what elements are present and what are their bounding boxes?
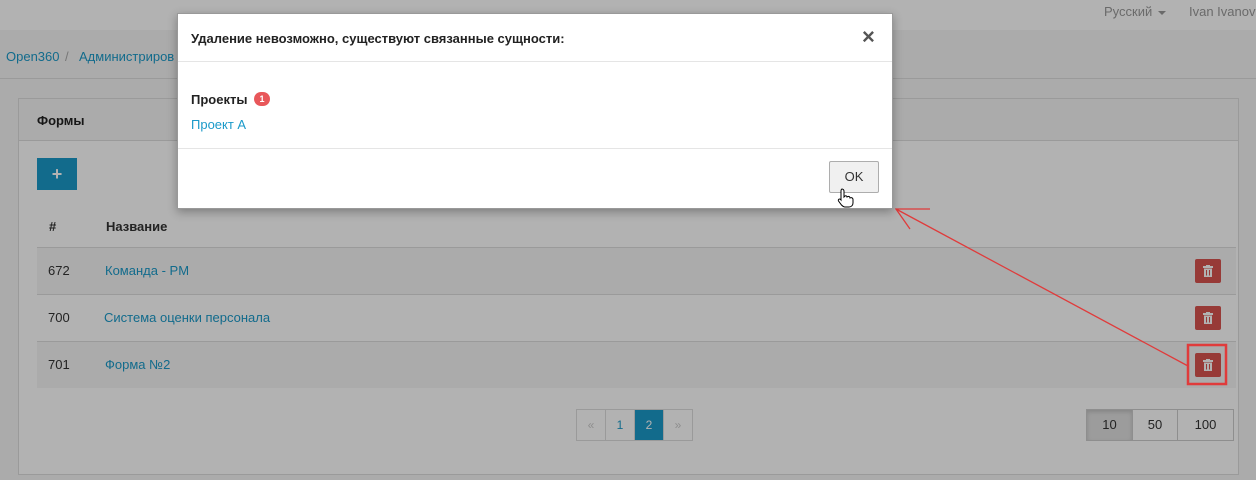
count-badge: 1	[254, 92, 270, 106]
close-icon[interactable]: ×	[862, 24, 875, 50]
dialog-body: Проекты 1 Проект А	[178, 62, 892, 149]
dialog-header: Удаление невозможно, существуют связанны…	[178, 14, 892, 62]
dialog-title: Удаление невозможно, существуют связанны…	[191, 31, 565, 46]
highlight-box	[1186, 343, 1228, 386]
error-dialog: Удаление невозможно, существуют связанны…	[177, 13, 893, 209]
project-link[interactable]: Проект А	[191, 117, 246, 132]
projects-label: Проекты	[191, 92, 248, 107]
annotation-arrow-line	[895, 208, 1189, 367]
hand-cursor-icon	[837, 188, 854, 208]
